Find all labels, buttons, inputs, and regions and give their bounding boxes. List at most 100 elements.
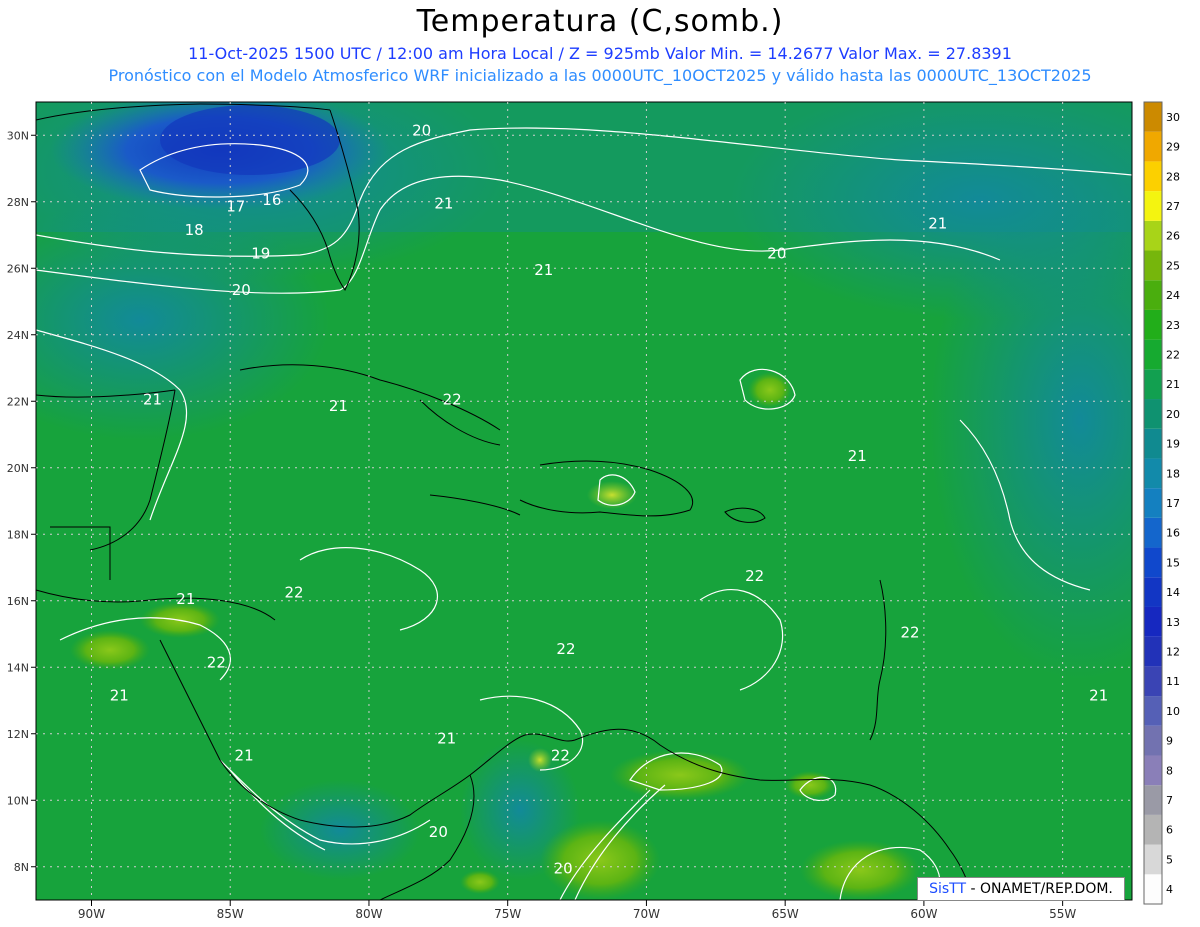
contour-label: 21: [110, 687, 129, 705]
color-bar-label: 12: [1166, 646, 1180, 659]
color-bar-label: 15: [1166, 556, 1180, 569]
credit-text: - ONAMET/REP.DOM.: [966, 881, 1113, 897]
color-bar-swatch: [1144, 399, 1162, 429]
color-bar-label: 27: [1166, 200, 1180, 213]
color-bar-label: 19: [1166, 438, 1180, 451]
contour-label: 21: [848, 447, 867, 465]
color-bar-swatch: [1144, 785, 1162, 815]
x-tick-label: 70W: [633, 907, 660, 921]
contour-label: 22: [745, 567, 764, 585]
contour-label: 20: [767, 244, 786, 262]
color-bar-label: 30: [1166, 111, 1180, 124]
color-bar: 4 5 6 7 8 9 10 11 12 13 14 15 16 17 18 19 20 21 22 23 24 25 26…: [1143, 101, 1180, 905]
contour-label: 18: [185, 221, 204, 239]
y-tick-label: 8N: [14, 861, 29, 874]
color-bar-swatch: [1144, 191, 1162, 221]
contour-label: 16: [262, 191, 281, 209]
contour-label: 22: [284, 583, 303, 601]
color-bar-swatch: [1144, 725, 1162, 756]
color-bar-swatch: [1144, 369, 1162, 400]
color-bar-label: 6: [1166, 824, 1173, 837]
contour-label: 21: [928, 214, 947, 232]
color-bar-swatch: [1144, 220, 1162, 251]
map-plot-area: [36, 102, 1132, 900]
x-tick-label: 75W: [494, 907, 521, 921]
color-bar-label: 29: [1166, 141, 1180, 154]
contour-label: 20: [429, 823, 448, 841]
color-bar-swatch: [1144, 102, 1162, 132]
color-bar-swatch: [1144, 280, 1162, 310]
contour-label: 20: [232, 281, 251, 299]
color-bar-label: 24: [1166, 289, 1180, 302]
contour-label: 21: [437, 730, 456, 748]
y-tick-label: 20N: [7, 462, 29, 475]
color-bar-swatch: [1144, 250, 1162, 281]
contour-label: 21: [329, 397, 348, 415]
color-bar-swatch: [1144, 428, 1162, 459]
color-bar-label: 17: [1166, 497, 1180, 510]
y-tick-label: 14N: [7, 661, 29, 674]
y-tick-label: 28N: [7, 196, 29, 209]
y-tick-label: 26N: [7, 262, 29, 275]
y-tick-label: 30N: [7, 129, 29, 142]
color-bar-label: 28: [1166, 170, 1180, 183]
contour-label: 22: [207, 653, 226, 671]
y-tick-label: 22N: [7, 395, 29, 408]
y-tick-label: 10N: [7, 794, 29, 807]
contour-label: 21: [176, 590, 195, 608]
color-bar-label: 22: [1166, 348, 1180, 361]
temperature-map: 90W 85W 80W 75W 70W 65W 60W 55W 30N 28N 26N 24N 22N 2…: [7, 101, 1180, 921]
color-bar-label: 26: [1166, 230, 1180, 243]
x-tick-label: 90W: [78, 907, 105, 921]
color-bar-swatch: [1144, 547, 1162, 578]
color-bar-swatch: [1144, 458, 1162, 489]
color-bar-swatch: [1144, 577, 1162, 607]
x-tick-label: 80W: [355, 907, 382, 921]
color-bar-swatch: [1144, 696, 1162, 726]
contour-label: 20: [412, 121, 431, 139]
contour-label: 19: [251, 244, 270, 262]
color-bar-swatch: [1144, 636, 1162, 667]
color-bar-swatch: [1144, 606, 1162, 637]
color-bar-label: 11: [1166, 675, 1180, 688]
color-bar-label: 18: [1166, 467, 1180, 480]
contour-label: 20: [554, 859, 573, 877]
x-tick-label: 55W: [1049, 907, 1076, 921]
y-tick-label: 24N: [7, 329, 29, 342]
color-bar-label: 4: [1166, 883, 1173, 896]
color-bar-label: 21: [1166, 378, 1180, 391]
y-tick-label: 18N: [7, 528, 29, 541]
credit-box: SisTT - ONAMET/REP.DOM.: [917, 877, 1125, 901]
color-bar-swatch: [1144, 814, 1162, 845]
y-tick-label: 16N: [7, 595, 29, 608]
color-bar-label: 14: [1166, 586, 1180, 599]
color-bar-label: 20: [1166, 408, 1180, 421]
contour-label: 22: [443, 391, 462, 409]
credit-brand: SisTT: [929, 881, 967, 897]
color-bar-swatch: [1144, 517, 1162, 548]
color-bar-swatch: [1144, 131, 1162, 162]
contour-label: 22: [900, 623, 919, 641]
color-bar-swatch: [1144, 161, 1162, 192]
color-bar-swatch: [1144, 844, 1162, 875]
contour-label: 21: [434, 194, 453, 212]
color-bar-label: 23: [1166, 319, 1180, 332]
color-bar-label: 7: [1166, 794, 1173, 807]
color-bar-swatch: [1144, 488, 1162, 518]
color-bar-label: 13: [1166, 616, 1180, 629]
color-bar-label: 10: [1166, 705, 1180, 718]
color-bar-swatch: [1144, 339, 1162, 370]
color-bar-swatch: [1144, 755, 1162, 786]
contour-label: 21: [1089, 687, 1108, 705]
color-bar-swatch: [1144, 666, 1162, 697]
x-tick-label: 85W: [217, 907, 244, 921]
contour-label: 21: [534, 261, 553, 279]
contour-label: 21: [143, 391, 162, 409]
color-bar-label: 25: [1166, 259, 1180, 272]
color-bar-label: 5: [1166, 853, 1173, 866]
color-bar-swatch: [1144, 309, 1162, 340]
color-bar-label: 8: [1166, 764, 1173, 777]
color-bar-label: 16: [1166, 527, 1180, 540]
contour-label: 17: [226, 198, 245, 216]
contour-label: 21: [235, 746, 254, 764]
